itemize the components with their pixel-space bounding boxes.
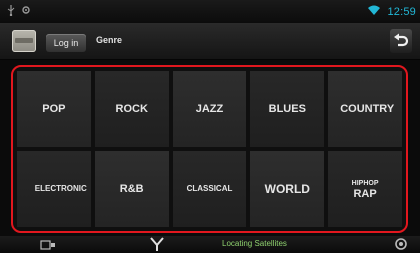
apps-icon[interactable] — [394, 237, 408, 253]
genre-tile-country[interactable]: COUNTRY — [328, 71, 402, 147]
genre-tile-rnb[interactable]: R&B — [94, 151, 169, 227]
status-right: 12:59 — [367, 3, 416, 21]
gps-status-text: Locating Satellites — [222, 239, 287, 248]
gps-antenna-icon — [150, 237, 164, 253]
source-thumbnail[interactable] — [12, 30, 36, 52]
back-arrow-icon — [394, 33, 409, 47]
genre-grid: POP ROCK JAZZ BLUES COUNTRY ELECTRONIC R… — [17, 71, 402, 227]
genre-grid-frame: POP ROCK JAZZ BLUES COUNTRY ELECTRONIC R… — [11, 65, 408, 233]
genre-tile-jazz[interactable]: JAZZ — [172, 71, 247, 147]
genre-tile-electronic[interactable]: ELECTRONIC — [17, 151, 91, 227]
genre-tile-blues[interactable]: BLUES — [250, 71, 325, 147]
status-left-icons — [7, 4, 30, 16]
genre-tile-rock[interactable]: ROCK — [94, 71, 169, 147]
login-button[interactable]: Log in — [46, 34, 86, 52]
genre-tile-hiphop-rap-label: HIPHOP RAP — [352, 179, 379, 200]
clock: 12:59 — [387, 6, 416, 18]
bottom-bar: Locating Satellites — [0, 236, 420, 253]
header-bar: Log in Genre — [0, 23, 420, 60]
app-screen: 12:59 Log in Genre POP ROCK JAZZ BLUES C… — [0, 0, 420, 253]
genre-tile-classical[interactable]: CLASSICAL — [172, 151, 247, 227]
genre-tile-rap-line2: RAP — [353, 187, 377, 200]
status-bar: 12:59 — [0, 0, 420, 22]
usb-icon — [7, 4, 15, 16]
genre-tile-pop[interactable]: POP — [17, 71, 91, 147]
media-source-icon[interactable] — [40, 238, 56, 253]
wifi-icon — [367, 3, 381, 21]
genre-tile-hiphop-rap[interactable]: HIPHOP RAP — [328, 151, 402, 227]
genre-tile-world[interactable]: WORLD — [250, 151, 325, 227]
back-button[interactable] — [390, 29, 412, 53]
settings-icon — [21, 4, 30, 16]
page-title: Genre — [96, 35, 123, 45]
genre-tile-hiphop-line1: HIPHOP — [351, 179, 379, 187]
